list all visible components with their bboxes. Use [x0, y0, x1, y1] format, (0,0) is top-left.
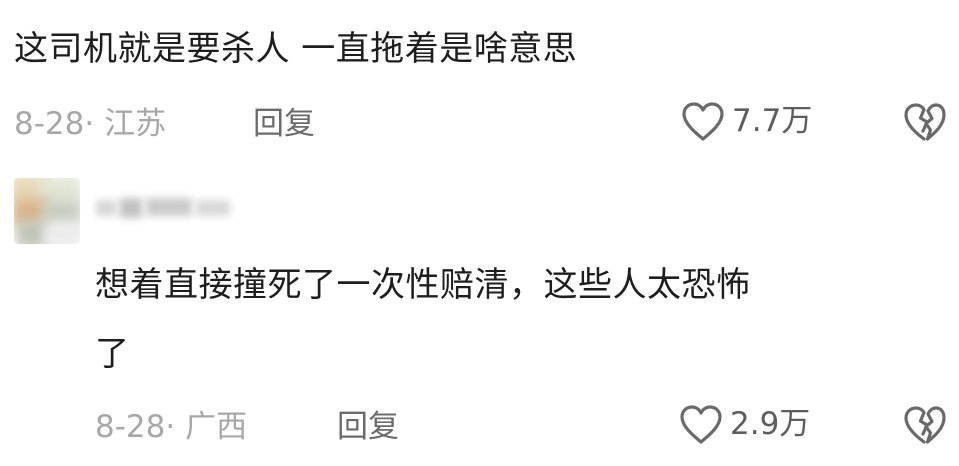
comment-date-location: 8-28· 江苏: [14, 106, 167, 142]
broken-heart-icon: [902, 404, 948, 446]
username[interactable]: [94, 190, 234, 226]
broken-heart-icon: [902, 101, 948, 143]
comment-date-location: 8-28· 广西: [95, 409, 248, 445]
reply-button[interactable]: 回复: [337, 409, 399, 445]
avatar[interactable]: [14, 178, 80, 244]
dislike-button[interactable]: [902, 404, 948, 446]
comment-text: 想着直接撞死了一次性赔清，这些人太恐怖: [95, 265, 751, 305]
heart-outline-icon: [678, 403, 724, 445]
comment-text: 这司机就是要杀人 一直拖着是啥意思: [14, 29, 578, 69]
like-count: 2.9万: [730, 406, 811, 442]
dislike-button[interactable]: [902, 101, 948, 143]
like-button[interactable]: 2.9万: [678, 403, 810, 445]
reply-button[interactable]: 回复: [253, 106, 315, 142]
like-button[interactable]: 7.7万: [680, 100, 812, 142]
heart-outline-icon: [680, 100, 726, 142]
comment-text-continued: 了: [95, 334, 130, 374]
like-count: 7.7万: [732, 103, 813, 139]
